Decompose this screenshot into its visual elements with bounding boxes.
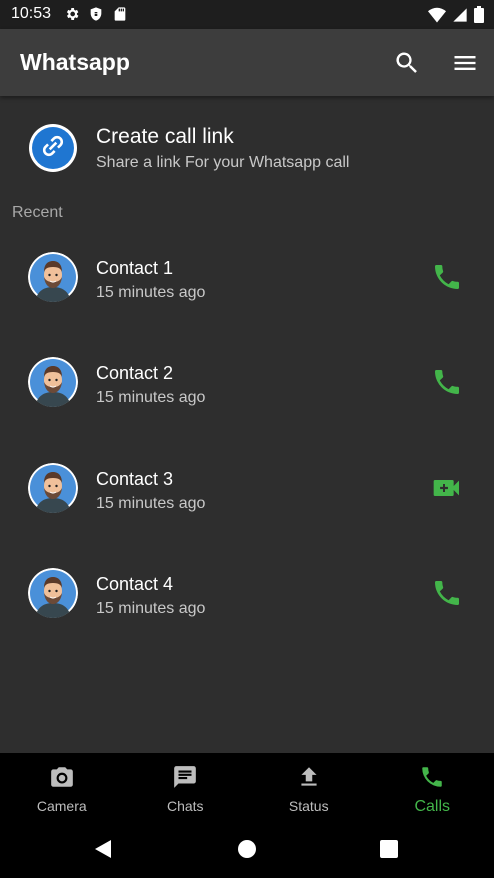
- camera-icon: [49, 764, 75, 795]
- contact-row[interactable]: Contact 3 15 minutes ago: [0, 447, 494, 537]
- search-button[interactable]: [393, 49, 421, 77]
- video-camera-icon: [431, 472, 463, 509]
- recent-section-label: Recent: [12, 204, 63, 221]
- contact-time: 15 minutes ago: [96, 389, 206, 406]
- avatar: [28, 357, 78, 407]
- contact-time: 15 minutes ago: [96, 495, 206, 512]
- sd-card-icon: [112, 6, 128, 27]
- avatar: [28, 252, 78, 302]
- menu-icon: [451, 56, 479, 81]
- contact-row[interactable]: Contact 2 15 minutes ago: [0, 341, 494, 431]
- app-bar: Whatsapp: [0, 29, 494, 96]
- nav-label-camera: Camera: [36, 798, 87, 814]
- nav-tab-camera[interactable]: Camera: [0, 753, 124, 824]
- nav-tab-calls[interactable]: Calls: [371, 753, 494, 824]
- nav-label-calls: Calls: [414, 798, 451, 815]
- bottom-nav: Camera Chats Status Calls: [0, 753, 494, 824]
- calls-list: Create call link Share a link For your W…: [0, 96, 494, 753]
- system-nav-bar: [0, 824, 494, 878]
- link-icon: [39, 132, 67, 165]
- back-button[interactable]: [90, 838, 116, 864]
- back-icon: [92, 838, 114, 865]
- voice-call-button[interactable]: [428, 260, 466, 298]
- video-call-button[interactable]: [428, 471, 466, 509]
- call-link-title: Create call link: [96, 125, 234, 148]
- home-icon: [237, 839, 257, 864]
- phone-icon: [431, 577, 463, 614]
- phone-icon: [419, 764, 445, 795]
- app-title: Whatsapp: [20, 49, 130, 75]
- gear-icon: [64, 6, 80, 27]
- contact-row[interactable]: Contact 1 15 minutes ago: [0, 236, 494, 326]
- phone-icon: [431, 366, 463, 403]
- cell-signal-icon: [452, 7, 468, 28]
- status-time: 10:53: [11, 5, 52, 22]
- contact-name: Contact 4: [96, 574, 174, 594]
- contact-name: Contact 2: [96, 363, 174, 383]
- avatar: [28, 568, 78, 618]
- nav-label-chats: Chats: [166, 798, 204, 814]
- phone-icon: [431, 261, 463, 298]
- contact-time: 15 minutes ago: [96, 284, 206, 301]
- nav-tab-status[interactable]: Status: [247, 753, 371, 824]
- recents-button[interactable]: [376, 838, 402, 864]
- wifi-icon: [428, 7, 446, 28]
- create-call-link-row[interactable]: Create call link Share a link For your W…: [0, 116, 494, 182]
- chat-icon: [172, 764, 198, 795]
- avatar: [28, 463, 78, 513]
- nav-tab-chats[interactable]: Chats: [124, 753, 248, 824]
- voice-call-button[interactable]: [428, 576, 466, 614]
- battery-icon: [474, 6, 484, 28]
- contact-time: 15 minutes ago: [96, 600, 206, 617]
- call-link-subtitle: Share a link For your Whatsapp call: [96, 154, 350, 171]
- contact-row[interactable]: Contact 4 15 minutes ago: [0, 552, 494, 642]
- voice-call-button[interactable]: [428, 365, 466, 403]
- upload-icon: [296, 764, 322, 795]
- contact-name: Contact 1: [96, 258, 174, 278]
- nav-label-status: Status: [288, 798, 329, 814]
- contact-name: Contact 3: [96, 469, 174, 489]
- status-bar: 10:53: [0, 0, 494, 29]
- recents-icon: [380, 839, 398, 863]
- shield-icon: [88, 6, 104, 27]
- call-link-avatar: [29, 124, 77, 172]
- search-icon: [393, 52, 421, 81]
- menu-button[interactable]: [451, 49, 479, 77]
- home-button[interactable]: [234, 838, 260, 864]
